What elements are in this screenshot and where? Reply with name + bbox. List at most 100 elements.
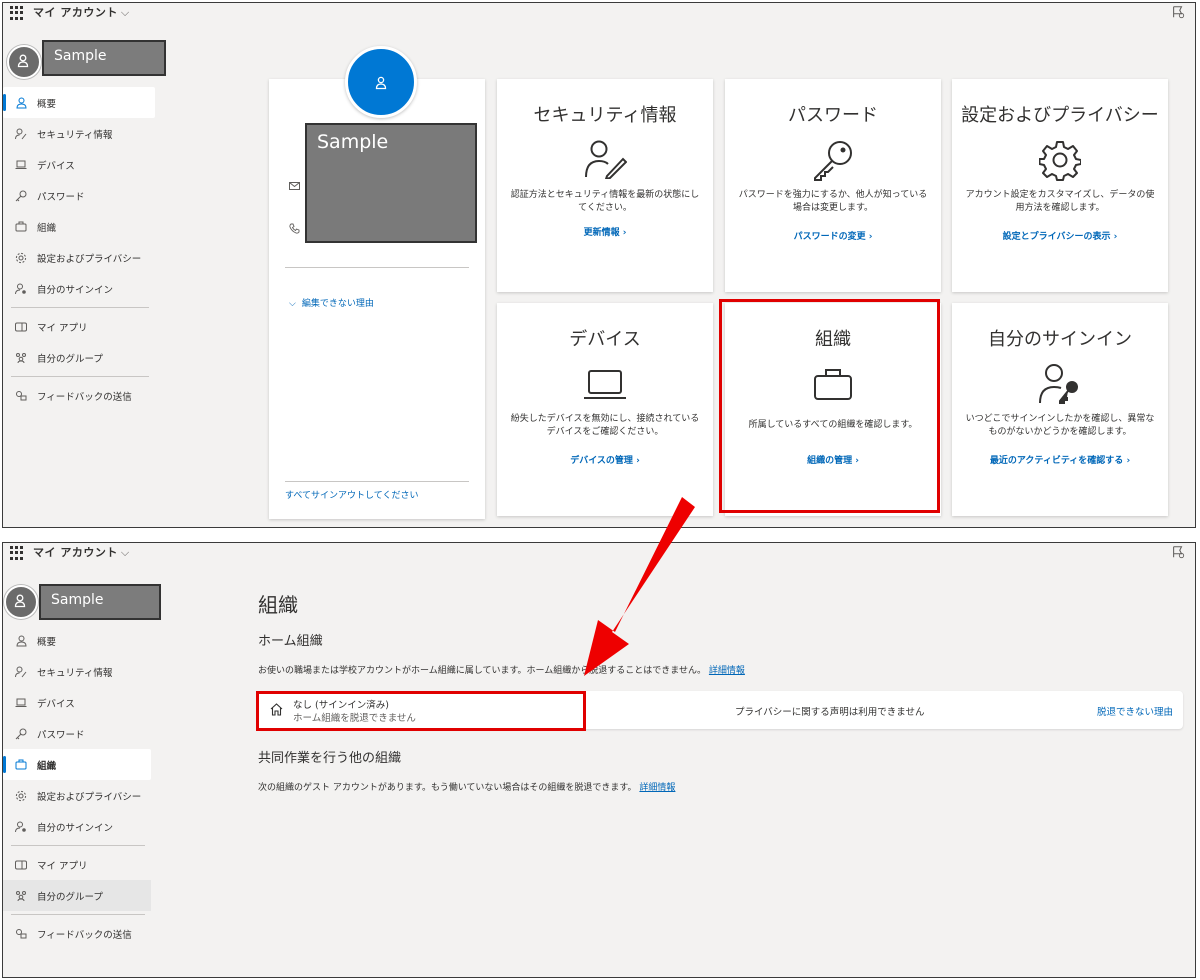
laptop-icon bbox=[584, 370, 626, 399]
avatar[interactable] bbox=[4, 585, 38, 619]
card-description: 紛失したデバイスを無効にし、接続されているデバイスをご確認ください。 bbox=[510, 414, 700, 437]
top-bar: マイ アカウント ⌵ bbox=[3, 543, 1195, 563]
card-title: セキュリティ情報 bbox=[533, 105, 677, 126]
laptop-icon bbox=[15, 159, 27, 171]
card-description: いつどこでサインインしたかを確認し、異常なものがないかどうかを確認します。 bbox=[965, 414, 1155, 437]
nav-settings-privacy[interactable]: 設定およびプライバシー bbox=[3, 780, 151, 811]
nav-divider bbox=[11, 376, 149, 377]
app-title[interactable]: マイ アカウント ⌵ bbox=[33, 4, 130, 20]
person-icon bbox=[14, 594, 26, 608]
card-link-label: 更新情報 bbox=[583, 228, 620, 238]
chevron-right-icon: › bbox=[636, 456, 640, 466]
gear-icon bbox=[15, 252, 27, 264]
app-launcher-icon[interactable] bbox=[10, 546, 24, 560]
nav-my-groups[interactable]: 自分のグループ bbox=[3, 342, 155, 373]
nav-send-feedback[interactable]: フィードバックの送信 bbox=[3, 380, 155, 411]
overview-screenshot: マイ アカウント ⌵ Sample 概要 セキュリティ情報 デバイス パスワード … bbox=[2, 2, 1196, 528]
learn-more-link[interactable]: 詳細情報 bbox=[709, 666, 745, 676]
nav-my-sign-ins[interactable]: 自分のサインイン bbox=[3, 811, 151, 842]
divider bbox=[285, 267, 469, 268]
nav-security-info[interactable]: セキュリティ情報 bbox=[3, 118, 155, 149]
nav-devices[interactable]: デバイス bbox=[3, 687, 151, 718]
card-my-sign-ins[interactable]: 自分のサインイン いつどこでサインインしたかを確認し、異常なものがないかどうかを… bbox=[952, 303, 1168, 516]
card-description: パスワードを強力にするか、他人が知っている場合は変更します。 bbox=[738, 190, 928, 213]
nav-password[interactable]: パスワード bbox=[3, 718, 151, 749]
nav-divider bbox=[11, 307, 149, 308]
nav-my-apps[interactable]: マイ アプリ bbox=[3, 849, 151, 880]
key-icon bbox=[15, 190, 27, 202]
chevron-down-icon: ⌵ bbox=[289, 299, 296, 309]
nav-label: デバイス bbox=[37, 160, 75, 172]
other-orgs-heading: 共同作業を行う他の組織 bbox=[258, 751, 402, 766]
groups-icon bbox=[15, 352, 27, 364]
chevron-down-icon: ⌵ bbox=[120, 6, 130, 19]
person-icon bbox=[375, 76, 387, 90]
chevron-right-icon: › bbox=[622, 228, 627, 238]
profile-name-box: Sample bbox=[305, 123, 477, 243]
nav-label: 組織 bbox=[37, 222, 57, 234]
laptop-icon bbox=[15, 697, 27, 709]
nav-label: 設定およびプライバシー bbox=[37, 791, 142, 803]
nav-label: 組織 bbox=[37, 760, 57, 772]
why-cant-edit-label: 編集できない理由 bbox=[301, 299, 374, 309]
other-orgs-description-text: 次の組織のゲスト アカウントがあります。もう働いていない場合はその組織を脱退でき… bbox=[258, 783, 637, 793]
card-description: 認証方法とセキュリティ情報を最新の状態にしてください。 bbox=[510, 190, 700, 213]
gear-icon bbox=[15, 790, 27, 802]
card-link-view-settings[interactable]: 設定とプライバシーの表示 › bbox=[952, 229, 1168, 242]
learn-more-link[interactable]: 詳細情報 bbox=[639, 783, 675, 793]
mail-icon bbox=[289, 182, 300, 190]
home-org-description: お使いの職場または学校アカウントがホーム組織に属しています。ホーム組織から脱退す… bbox=[258, 663, 745, 676]
nav-divider bbox=[11, 845, 145, 846]
nav-label: 自分のグループ bbox=[37, 353, 103, 365]
nav-my-groups[interactable]: 自分のグループ bbox=[3, 880, 151, 911]
sign-in-icon bbox=[15, 283, 27, 295]
card-link-change-password[interactable]: パスワードの変更 › bbox=[725, 229, 941, 242]
card-link-manage-devices[interactable]: デバイスの管理 › bbox=[497, 453, 713, 466]
nav-label: セキュリティ情報 bbox=[37, 667, 113, 679]
feedback-flag-icon[interactable] bbox=[1171, 5, 1185, 19]
card-password[interactable]: パスワード パスワードを強力にするか、他人が知っている場合は変更します。 パスワ… bbox=[725, 79, 941, 292]
sign-out-everywhere-link[interactable]: すべてサインアウトしてください bbox=[285, 488, 418, 501]
why-cant-leave-link[interactable]: 脱退できない理由 bbox=[1097, 704, 1173, 718]
app-launcher-icon[interactable] bbox=[10, 6, 24, 20]
card-devices[interactable]: デバイス 紛失したデバイスを無効にし、接続されているデバイスをご確認ください。 … bbox=[497, 303, 713, 516]
top-bar: マイ アカウント ⌵ bbox=[3, 3, 1195, 23]
card-link-review-activity[interactable]: 最近のアクティビティを確認する › bbox=[952, 453, 1168, 466]
sidebar: 概要 セキュリティ情報 デバイス パスワード 組織 設定およびプライバシー 自分… bbox=[3, 625, 151, 949]
briefcase-icon bbox=[15, 759, 27, 771]
nav-security-info[interactable]: セキュリティ情報 bbox=[3, 656, 151, 687]
nav-label: デバイス bbox=[37, 698, 75, 710]
nav-my-sign-ins[interactable]: 自分のサインイン bbox=[3, 273, 155, 304]
card-link-update[interactable]: 更新情報 › bbox=[497, 225, 713, 238]
card-settings-privacy[interactable]: 設定およびプライバシー アカウント設定をカスタマイズし、データの使用方法を確認し… bbox=[952, 79, 1168, 292]
nav-overview[interactable]: 概要 bbox=[3, 87, 155, 118]
profile-avatar[interactable] bbox=[345, 46, 417, 118]
nav-my-apps[interactable]: マイ アプリ bbox=[3, 311, 155, 342]
nav-overview[interactable]: 概要 bbox=[3, 625, 151, 656]
nav-settings-privacy[interactable]: 設定およびプライバシー bbox=[3, 242, 155, 273]
nav-organizations[interactable]: 組織 bbox=[3, 211, 155, 242]
feedback-icon bbox=[15, 928, 27, 940]
app-title[interactable]: マイ アカウント ⌵ bbox=[33, 544, 130, 560]
card-link-label: デバイスの管理 bbox=[570, 456, 633, 466]
feedback-icon bbox=[15, 390, 27, 402]
feedback-flag-icon[interactable] bbox=[1171, 545, 1185, 559]
nav-label: フィードバックの送信 bbox=[37, 929, 132, 941]
highlight-box-home-org bbox=[256, 691, 586, 731]
why-cant-edit-link[interactable]: ⌵ 編集できない理由 bbox=[289, 296, 374, 309]
card-link-label: パスワードの変更 bbox=[793, 232, 866, 242]
nav-send-feedback[interactable]: フィードバックの送信 bbox=[3, 918, 151, 949]
nav-password[interactable]: パスワード bbox=[3, 180, 155, 211]
card-security-info[interactable]: セキュリティ情報 認証方法とセキュリティ情報を最新の状態にしてください。 更新情… bbox=[497, 79, 713, 292]
page-title: 組織 bbox=[258, 593, 298, 617]
person-icon bbox=[17, 54, 29, 68]
nav-label: 自分のグループ bbox=[37, 891, 103, 903]
avatar[interactable] bbox=[7, 45, 41, 79]
sign-in-icon bbox=[15, 821, 27, 833]
nav-devices[interactable]: デバイス bbox=[3, 149, 155, 180]
nav-label: パスワード bbox=[37, 191, 85, 203]
nav-label: セキュリティ情報 bbox=[37, 129, 113, 141]
nav-organizations[interactable]: 組織 bbox=[3, 749, 151, 780]
chevron-down-icon: ⌵ bbox=[120, 546, 130, 559]
home-org-heading: ホーム組織 bbox=[258, 634, 323, 649]
